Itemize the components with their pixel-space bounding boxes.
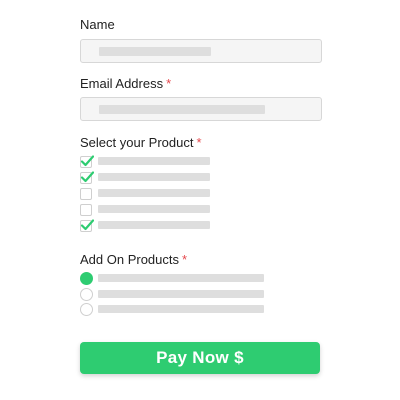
option-placeholder: [98, 305, 264, 313]
name-label: Name: [80, 17, 115, 32]
option-placeholder: [98, 274, 264, 282]
checkmark-icon: [80, 171, 94, 183]
email-field[interactable]: [80, 97, 322, 121]
checkbox[interactable]: [80, 204, 92, 216]
email-label-text: Email Address: [80, 76, 164, 91]
radio[interactable]: [80, 303, 93, 316]
checkmark-icon: [80, 219, 94, 231]
product-option[interactable]: [80, 219, 280, 232]
option-placeholder: [98, 221, 210, 229]
addon-option[interactable]: [80, 287, 280, 301]
product-option[interactable]: [80, 155, 280, 168]
required-marker: *: [182, 252, 188, 267]
option-placeholder: [98, 173, 210, 181]
radio[interactable]: [80, 287, 93, 301]
email-label: Email Address *: [80, 76, 171, 91]
addon-option[interactable]: [80, 272, 280, 285]
product-option[interactable]: [80, 204, 280, 216]
checkbox[interactable]: [80, 188, 92, 200]
option-placeholder: [98, 289, 264, 298]
addons-label: Add On Products *: [80, 252, 187, 267]
name-field-placeholder: [99, 47, 211, 56]
option-placeholder: [98, 157, 210, 165]
checkbox-checked[interactable]: [80, 171, 94, 184]
addons-label-text: Add On Products: [80, 252, 179, 267]
required-marker: *: [196, 135, 202, 150]
checkbox-checked[interactable]: [80, 155, 94, 168]
email-field-placeholder: [99, 105, 265, 114]
name-label-text: Name: [80, 17, 115, 32]
option-placeholder: [98, 205, 210, 213]
required-marker: *: [166, 76, 172, 91]
product-label: Select your Product *: [80, 135, 202, 150]
checkmark-icon: [80, 155, 94, 167]
name-field[interactable]: [80, 39, 322, 63]
product-option[interactable]: [80, 188, 280, 200]
pay-now-button[interactable]: Pay Now $: [80, 342, 320, 374]
product-option[interactable]: [80, 171, 280, 184]
product-label-text: Select your Product: [80, 135, 194, 150]
radio-selected[interactable]: [80, 272, 93, 285]
option-placeholder: [98, 189, 210, 197]
addon-option[interactable]: [80, 303, 280, 316]
checkbox-checked[interactable]: [80, 219, 94, 232]
